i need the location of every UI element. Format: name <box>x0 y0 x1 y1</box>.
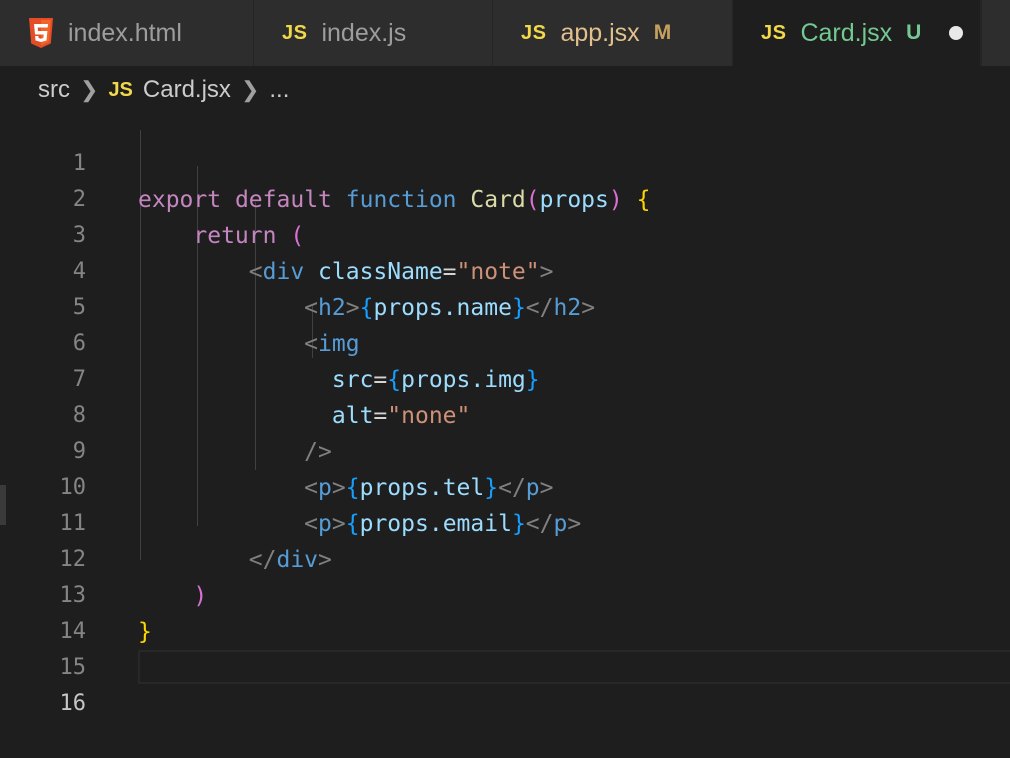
code-line: 5 <img <box>0 254 1010 357</box>
tab-index-js[interactable]: JS index.js <box>254 0 493 66</box>
tab-card-jsx[interactable]: JS Card.jsx U <box>733 0 981 66</box>
code-line: 6 src={props.img} <box>0 290 1010 393</box>
breadcrumb-folder[interactable]: src <box>38 76 70 104</box>
tab-label: index.js <box>321 18 407 47</box>
code-line-current: 16 <box>0 650 1010 716</box>
line-number: 16 <box>59 691 87 716</box>
editor-tab-bar: index.html JS index.js JS app.jsx M JS C… <box>0 0 1010 66</box>
tab-label: index.html <box>68 18 182 47</box>
code-line: 14 <box>0 578 1010 644</box>
code-line: 7 alt="none" <box>0 326 1010 429</box>
code-line: 12 ) <box>0 506 1010 609</box>
unsaved-dot-icon[interactable] <box>949 26 964 40</box>
code-line: 4 <h2>{props.name}</h2> <box>0 218 1010 321</box>
chevron-right-icon: ❯ <box>240 77 260 102</box>
modified-badge: M <box>653 21 672 44</box>
code-line: 3 <div className="note"> <box>0 182 1010 285</box>
tab-app-jsx[interactable]: JS app.jsx M <box>493 0 733 66</box>
code-editor[interactable]: 1 export default function Card(props) { … <box>0 110 1010 720</box>
chevron-right-icon: ❯ <box>80 77 99 102</box>
code-line: 8 /> <box>0 362 1010 465</box>
js-icon: JS <box>521 21 547 44</box>
code-line: 9 <p>{props.tel}</p> <box>0 398 1010 501</box>
code-line: 2 return ( <box>0 146 1010 249</box>
code-line: 11 </div> <box>0 470 1010 573</box>
code-line: 1 export default function Card(props) { <box>0 110 1010 213</box>
tab-label: Card.jsx <box>800 18 893 47</box>
code-line: 13 } <box>0 542 1010 645</box>
html5-icon <box>29 18 53 48</box>
tab-index-html[interactable]: index.html <box>0 0 254 66</box>
js-icon: JS <box>761 21 787 44</box>
tab-overflow[interactable]: JS <box>982 0 1010 66</box>
code-line: 10 <p>{props.email}</p> <box>0 434 1010 537</box>
breadcrumb: src ❯ JS Card.jsx ❯ ... <box>38 70 289 110</box>
js-icon: JS <box>108 78 133 101</box>
js-icon: JS <box>282 21 308 44</box>
tab-label: app.jsx <box>560 18 640 47</box>
code-line: 15 <box>0 614 1010 680</box>
breadcrumb-more[interactable]: ... <box>269 76 289 104</box>
breadcrumb-file[interactable]: Card.jsx <box>143 76 231 104</box>
untracked-badge: U <box>906 21 922 44</box>
